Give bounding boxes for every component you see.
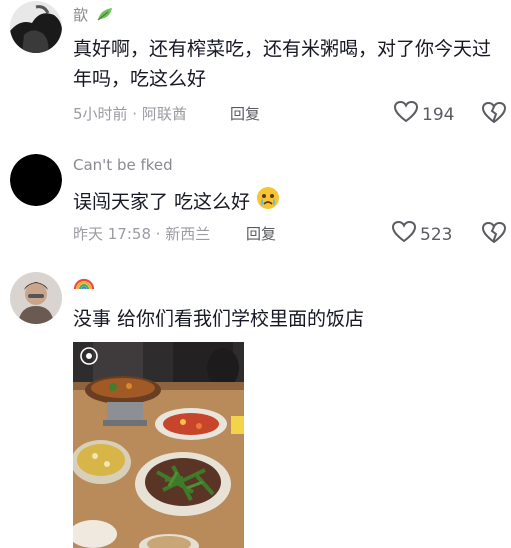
username[interactable] bbox=[73, 273, 95, 295]
reply-button[interactable]: 回复 bbox=[230, 103, 260, 124]
like-button[interactable]: 523 bbox=[391, 220, 453, 248]
leaf-icon bbox=[96, 6, 114, 26]
like-button[interactable]: 194 bbox=[393, 100, 455, 128]
heart-icon bbox=[393, 100, 419, 128]
comment-text: 没事 给你们看我们学校里面的饭店 bbox=[73, 308, 365, 330]
comment-text: 误闯天家了 吃这么好 bbox=[73, 186, 503, 219]
photo-of-restaurant-dishes[interactable] bbox=[73, 342, 244, 548]
like-count: 523 bbox=[420, 224, 453, 245]
comment-meta: 昨天 17:58 · 新西兰 bbox=[73, 225, 211, 243]
dislike-button[interactable] bbox=[481, 101, 507, 128]
crying-face-emoji bbox=[256, 186, 280, 219]
broken-heart-icon bbox=[481, 221, 507, 244]
avatar[interactable] bbox=[10, 154, 62, 206]
username[interactable]: 歆 bbox=[73, 4, 114, 26]
heart-icon bbox=[391, 220, 417, 248]
rainbow-icon bbox=[73, 273, 95, 295]
username[interactable]: Can't be fked bbox=[73, 156, 173, 174]
comment-text: 真好啊，还有榨菜吃，还有米粥喝，对了你今天过年吗，吃这么好 bbox=[73, 38, 492, 90]
dislike-button[interactable] bbox=[481, 221, 507, 248]
broken-heart-icon bbox=[481, 101, 507, 124]
avatar[interactable] bbox=[10, 1, 62, 53]
comment-meta: 5小时前 · 阿联酋 bbox=[73, 105, 187, 123]
reply-button[interactable]: 回复 bbox=[246, 223, 276, 244]
avatar[interactable] bbox=[10, 272, 62, 324]
like-count: 194 bbox=[422, 104, 455, 125]
